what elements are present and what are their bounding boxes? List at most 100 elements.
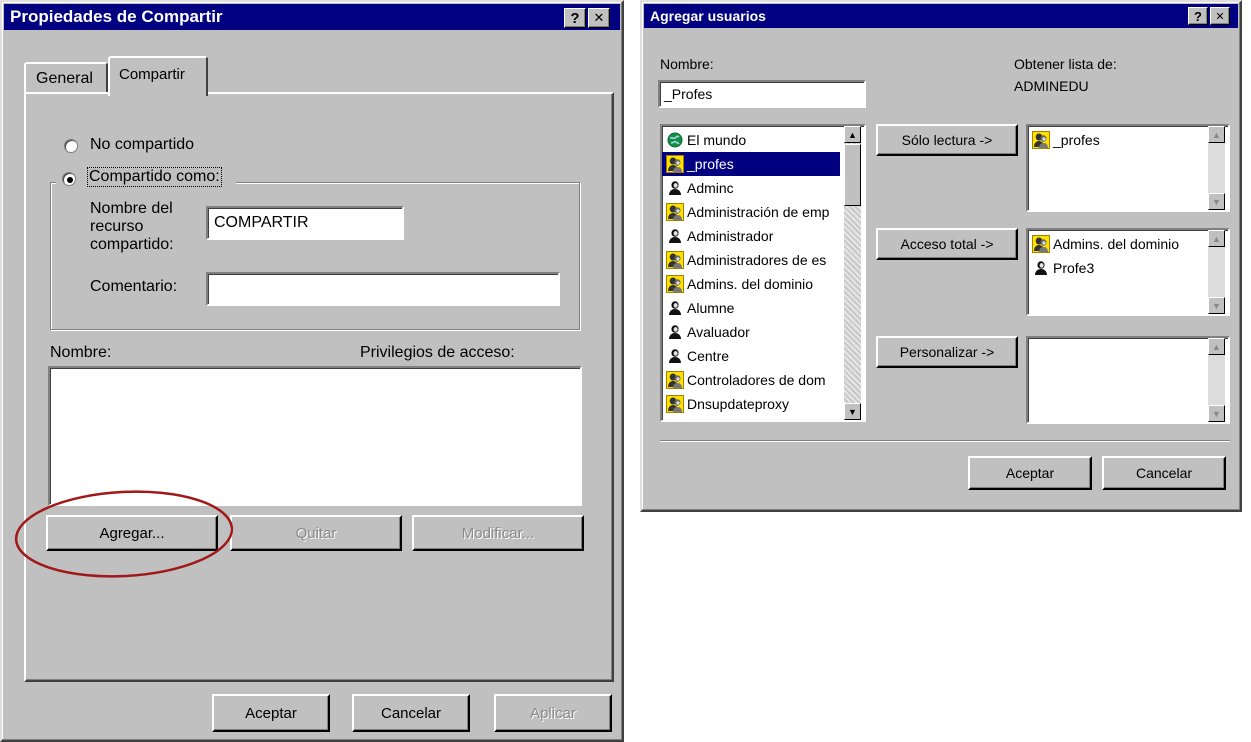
window-title: Propiedades de Compartir bbox=[10, 7, 223, 26]
list-item-label: El mundo bbox=[687, 132, 747, 148]
group-icon bbox=[1032, 235, 1050, 253]
globe-icon bbox=[666, 131, 684, 149]
list-item[interactable]: Administrador bbox=[662, 224, 840, 248]
users-list[interactable]: El mundo _profes Adminc Administración de e… bbox=[660, 124, 866, 422]
group-icon bbox=[666, 155, 684, 173]
list-item[interactable]: Admins. del dominio bbox=[1028, 232, 1206, 256]
radio-not-shared[interactable] bbox=[64, 139, 78, 153]
group-icon bbox=[666, 203, 684, 221]
scroll-down-button[interactable]: ▼ bbox=[1208, 297, 1225, 314]
list-name-header: Nombre: bbox=[50, 344, 112, 361]
list-item[interactable]: _profes bbox=[1028, 128, 1206, 152]
title-bar: Propiedades de Compartir bbox=[4, 4, 620, 30]
title-bar: Agregar usuarios bbox=[644, 4, 1238, 28]
highlight-oval bbox=[14, 490, 234, 578]
comment-input[interactable] bbox=[206, 272, 560, 306]
list-item[interactable]: Avaluador bbox=[662, 320, 840, 344]
group-icon bbox=[666, 251, 684, 269]
list-item[interactable]: _profes bbox=[662, 152, 840, 176]
list-item[interactable]: Controladores de dom bbox=[662, 368, 840, 392]
group-icon bbox=[666, 371, 684, 389]
list-item[interactable]: Admins. del dominio bbox=[662, 272, 840, 296]
list-item-label: Administrador bbox=[687, 228, 774, 244]
apply-button[interactable]: Aplicar bbox=[494, 694, 612, 732]
list-item-label: Dnsupdateproxy bbox=[687, 396, 789, 412]
list-item-label: Adminc bbox=[687, 180, 734, 196]
remove-button[interactable]: Quitar bbox=[230, 515, 402, 551]
fullaccess-list[interactable]: Admins. del dominio Profe3 ▲ ▼ bbox=[1026, 228, 1230, 316]
list-item-label: Controladores de dom bbox=[687, 372, 826, 388]
scroll-down-button[interactable]: ▼ bbox=[1208, 405, 1225, 422]
share-name-label-3: compartido: bbox=[90, 236, 174, 253]
close-button[interactable]: ✕ bbox=[1210, 7, 1230, 25]
custom-list[interactable]: ▲ ▼ bbox=[1026, 336, 1230, 424]
user-icon bbox=[666, 323, 684, 341]
readonly-list[interactable]: _profes ▲ ▼ bbox=[1026, 124, 1230, 212]
share-name-label-2: recurso bbox=[90, 218, 144, 235]
scroll-thumb[interactable] bbox=[844, 144, 861, 206]
scroll-down-button[interactable]: ▼ bbox=[1208, 193, 1225, 210]
list-item-label: Profe3 bbox=[1053, 260, 1095, 276]
list-item[interactable]: Profe3 bbox=[1028, 256, 1206, 280]
divider bbox=[660, 440, 1230, 442]
share-name-input[interactable]: COMPARTIR bbox=[206, 206, 404, 240]
list-item-label: _profes bbox=[1053, 132, 1100, 148]
close-icon: ✕ bbox=[1215, 10, 1225, 23]
user-icon bbox=[666, 299, 684, 317]
radio-not-shared-label: No compartido bbox=[90, 136, 195, 153]
list-access-header: Privilegios de acceso: bbox=[360, 344, 515, 361]
list-item-label: Admins. del dominio bbox=[1053, 236, 1180, 252]
share-name-label-1: Nombre del bbox=[90, 200, 173, 217]
radio-shared-as-label: Compartido como: bbox=[87, 167, 222, 187]
ok-button[interactable]: Aceptar bbox=[968, 456, 1092, 490]
scroll-up-button[interactable]: ▲ bbox=[844, 126, 861, 143]
name-label: Nombre: bbox=[660, 56, 714, 72]
fullaccess-button[interactable]: Acceso total -> bbox=[876, 228, 1018, 260]
user-icon bbox=[666, 347, 684, 365]
radio-shared-as[interactable] bbox=[62, 172, 76, 186]
readonly-button[interactable]: Sólo lectura -> bbox=[876, 124, 1018, 156]
list-item[interactable]: Dnsupdateproxy bbox=[662, 392, 840, 416]
list-item-label: Administradores de es bbox=[687, 252, 827, 268]
list-item[interactable]: Administradores de es bbox=[662, 248, 840, 272]
user-icon bbox=[666, 179, 684, 197]
scroll-up-button[interactable]: ▲ bbox=[1208, 126, 1225, 143]
cancel-button[interactable]: Cancelar bbox=[352, 694, 470, 732]
list-item[interactable]: Adminc bbox=[662, 176, 840, 200]
user-icon bbox=[666, 227, 684, 245]
list-item[interactable]: Alumne bbox=[662, 296, 840, 320]
group-icon bbox=[666, 395, 684, 413]
comment-label: Comentario: bbox=[90, 278, 178, 295]
help-button[interactable]: ? bbox=[564, 8, 586, 28]
tab-general[interactable]: General bbox=[24, 62, 108, 92]
scroll-up-button[interactable]: ▲ bbox=[1208, 230, 1225, 247]
share-properties-dialog: Propiedades de Compartir ? ✕ General Com… bbox=[0, 0, 624, 742]
tab-compartir[interactable]: Compartir bbox=[108, 56, 208, 96]
list-item-label: Centre bbox=[687, 348, 730, 364]
group-icon bbox=[1032, 131, 1050, 149]
list-item[interactable]: Centre bbox=[662, 344, 840, 368]
window-title: Agregar usuarios bbox=[650, 8, 766, 24]
custom-button[interactable]: Personalizar -> bbox=[876, 336, 1018, 368]
name-input[interactable]: _Profes bbox=[658, 80, 866, 108]
get-list-label: Obtener lista de: bbox=[1014, 56, 1117, 72]
get-list-value: ADMINEDU bbox=[1014, 78, 1089, 94]
list-item[interactable]: Administración de emp bbox=[662, 200, 840, 224]
permissions-list[interactable] bbox=[48, 366, 582, 506]
user-icon bbox=[1032, 259, 1050, 277]
cancel-button[interactable]: Cancelar bbox=[1102, 456, 1226, 490]
list-item-label: Alumne bbox=[687, 300, 735, 316]
ok-button[interactable]: Aceptar bbox=[212, 694, 330, 732]
add-users-dialog: Agregar usuarios ? ✕ Nombre: _Profes Obt… bbox=[640, 0, 1242, 512]
scroll-down-button[interactable]: ▼ bbox=[844, 403, 861, 420]
list-item-label: _profes bbox=[687, 156, 734, 172]
modify-button[interactable]: Modificar... bbox=[412, 515, 584, 551]
list-item-label: Admins. del dominio bbox=[687, 276, 814, 292]
close-button[interactable]: ✕ bbox=[588, 8, 610, 28]
scroll-up-button[interactable]: ▲ bbox=[1208, 338, 1225, 355]
list-item[interactable]: El mundo bbox=[662, 128, 840, 152]
help-button[interactable]: ? bbox=[1188, 7, 1208, 25]
list-item-label: Avaluador bbox=[687, 324, 750, 340]
group-icon bbox=[666, 275, 684, 293]
close-icon: ✕ bbox=[593, 10, 605, 25]
